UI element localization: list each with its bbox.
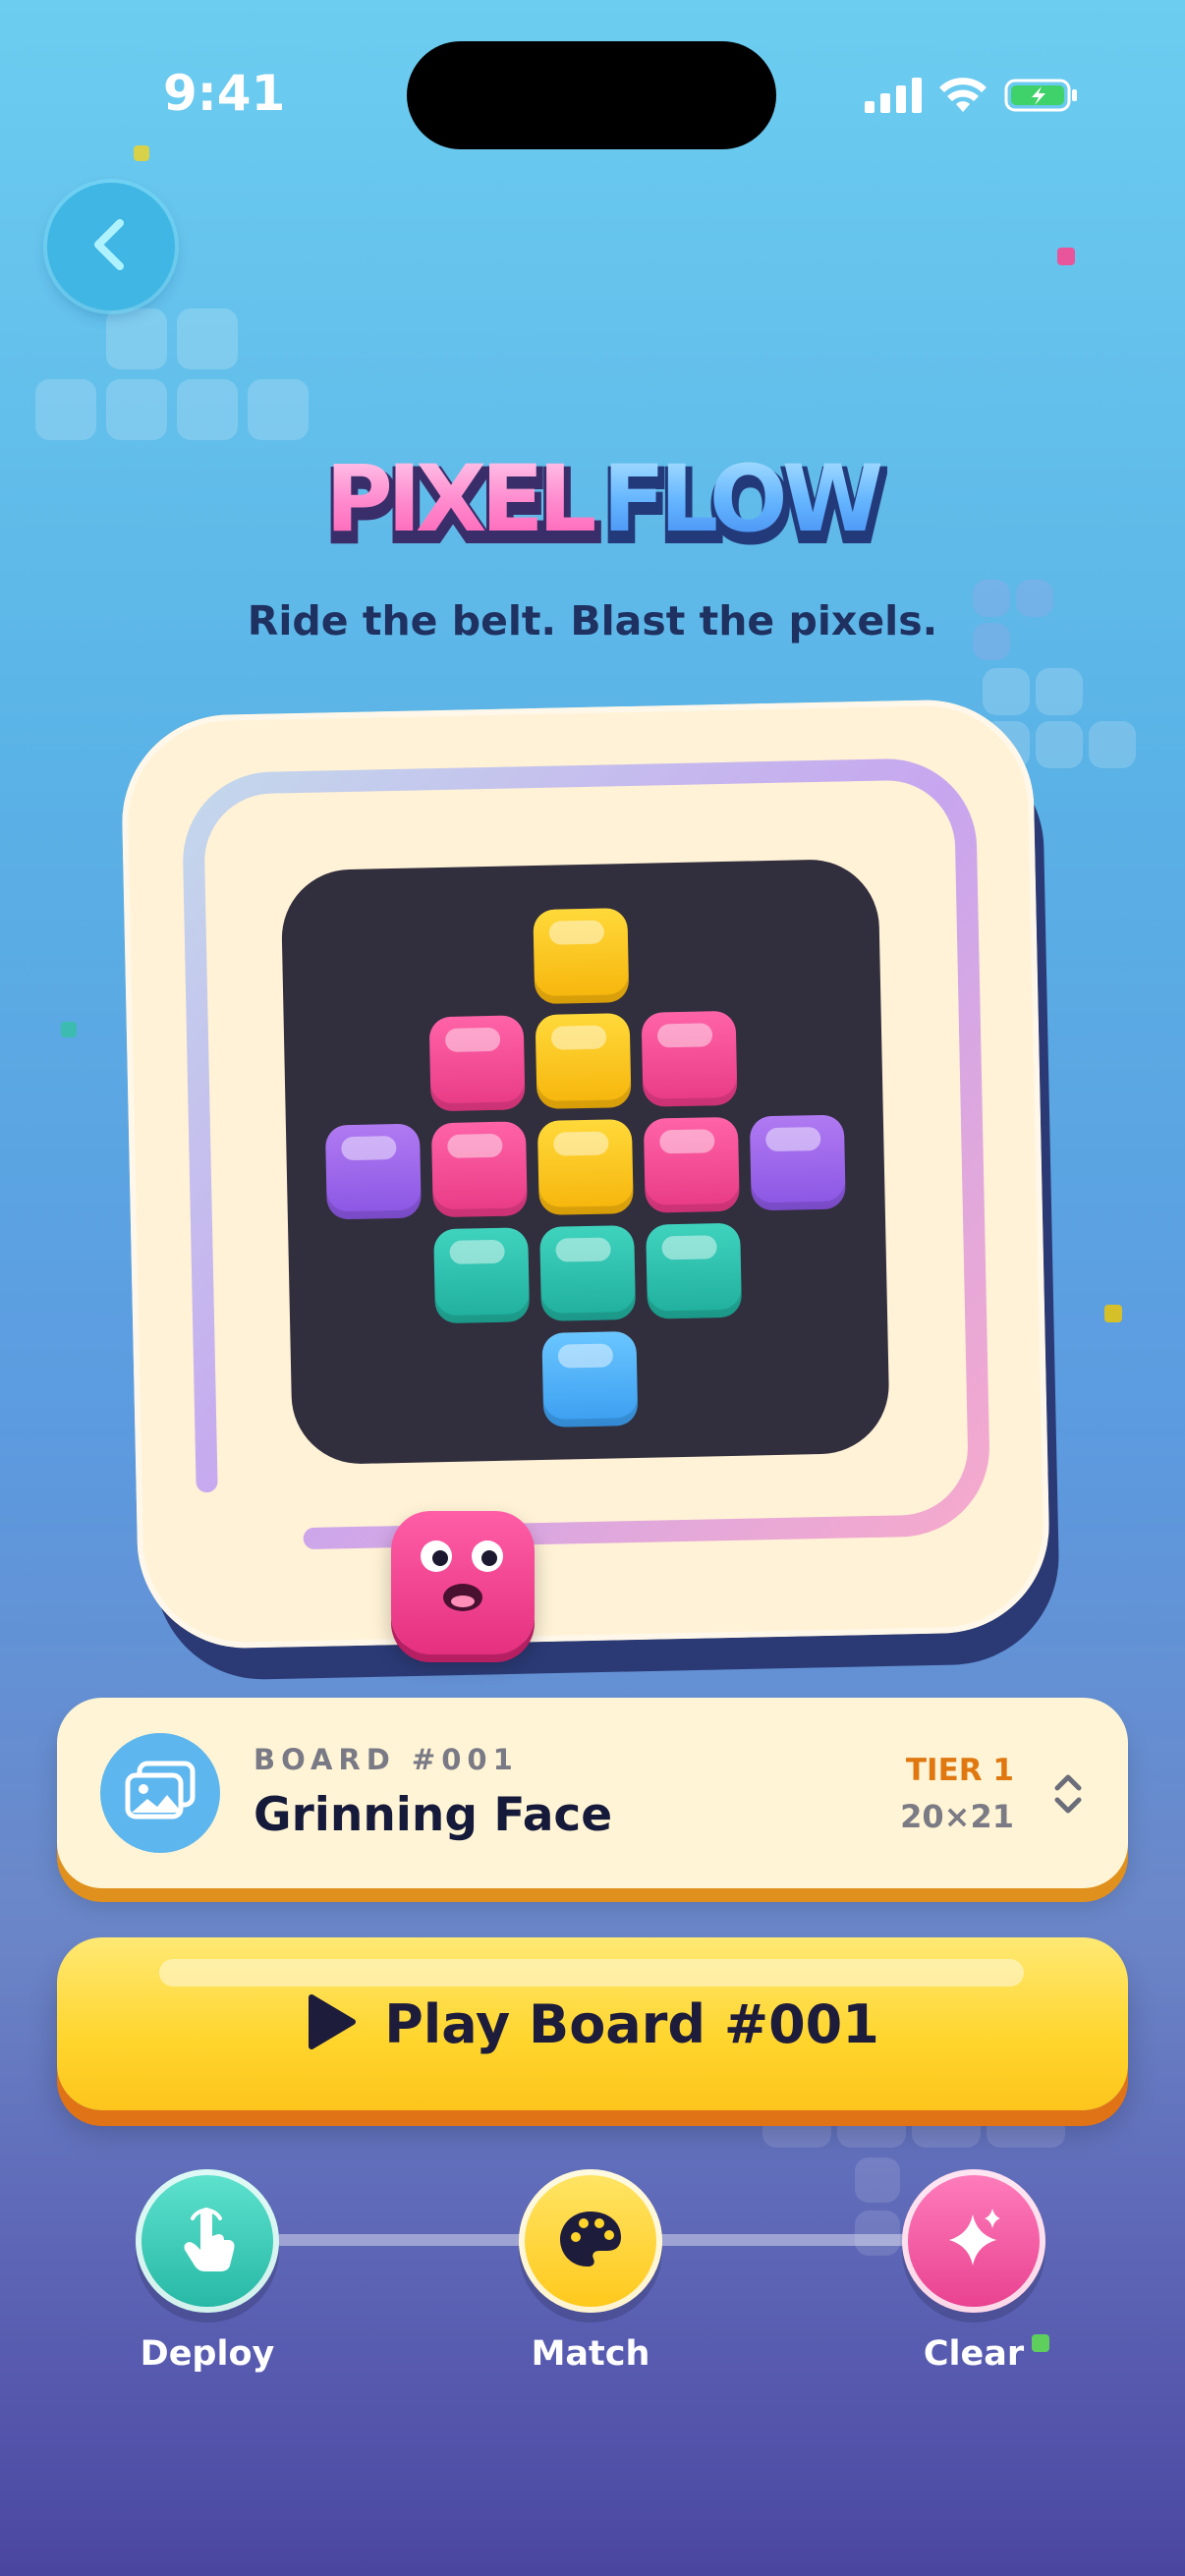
pixel-block (533, 908, 630, 1005)
pixel-block (539, 1224, 637, 1321)
svg-text:FLOW: FLOW (602, 446, 881, 553)
sparkles-icon (939, 2205, 1008, 2277)
mascot-shooter[interactable] (391, 1511, 535, 1654)
svg-text:PIXEL: PIXEL (325, 446, 595, 553)
signal-icon (865, 78, 922, 117)
play-board-button[interactable]: Play Board #001 (57, 1937, 1128, 2110)
status-time: 9:41 (163, 65, 286, 122)
step-clear[interactable] (902, 2169, 1045, 2313)
board-name: Grinning Face (254, 1788, 613, 1842)
pixel-block (324, 1123, 422, 1220)
battery-icon (1004, 77, 1079, 118)
pixel-art-screen (280, 858, 891, 1466)
pixel-block (430, 1121, 528, 1218)
decor-block (106, 379, 167, 440)
step-clear-label: Clear (923, 2334, 1025, 2374)
game-board-preview[interactable] (120, 698, 1051, 1651)
pixel-block (643, 1116, 740, 1213)
pixel-block (428, 1015, 526, 1112)
board-info-card[interactable]: BOARD #001 Grinning Face TIER 1 20×21 (57, 1698, 1128, 1888)
decor-block (177, 379, 238, 440)
wifi-icon (937, 77, 988, 118)
image-gallery-icon (124, 1760, 197, 1826)
pixel-block (749, 1114, 846, 1211)
pixel-block (641, 1010, 738, 1107)
pixel-block (536, 1119, 634, 1215)
decor-block (177, 308, 238, 369)
chevron-left-icon (86, 215, 136, 278)
tier-badge: TIER 1 (905, 1753, 1014, 1788)
pixel-block (433, 1227, 531, 1324)
step-match-label: Match (531, 2334, 650, 2374)
decor-block (106, 308, 167, 369)
logo-word-pixel: PIXEL (325, 446, 595, 553)
tagline: Ride the belt. Blast the pixels. (247, 597, 938, 644)
decor-block (855, 2157, 900, 2203)
decor-block (1036, 721, 1083, 768)
decor-block (1089, 721, 1136, 768)
decor-block (762, 2114, 831, 2148)
back-button[interactable] (47, 183, 175, 310)
palette-icon (556, 2208, 625, 2274)
decor-block (912, 2114, 981, 2148)
chevron-up-down-icon[interactable] (1051, 1770, 1085, 1821)
decor-block (248, 379, 309, 440)
play-button-label: Play Board #001 (384, 1992, 879, 2055)
decor-block (837, 2114, 906, 2148)
sparkle-dot (61, 1022, 77, 1037)
button-shine (159, 1959, 1024, 1987)
step-match[interactable] (519, 2169, 662, 2313)
pixel-block (535, 1013, 632, 1110)
pixel-block (646, 1222, 743, 1319)
decor-block (1036, 668, 1083, 715)
play-icon (306, 1993, 357, 2054)
board-number: BOARD #001 (254, 1743, 519, 1776)
game-logo: PIXEL PIXEL FLOW FLOW (0, 432, 1185, 560)
pixel-block (541, 1330, 639, 1428)
dynamic-island (407, 41, 776, 149)
decor-block (35, 379, 96, 440)
step-deploy-label: Deploy (140, 2334, 275, 2374)
sparkle-dot (134, 145, 149, 161)
board-size: 20×21 (900, 1798, 1014, 1835)
step-deploy[interactable] (136, 2169, 279, 2313)
decor-block (987, 2114, 1065, 2148)
tap-hand-icon (173, 2203, 242, 2279)
decor-block (855, 2211, 900, 2256)
sparkle-dot (1104, 1305, 1122, 1322)
board-thumbnail (100, 1733, 220, 1853)
status-icons (865, 77, 1079, 118)
logo-word-flow: FLOW (602, 446, 881, 553)
sparkle-dot (1057, 248, 1075, 265)
